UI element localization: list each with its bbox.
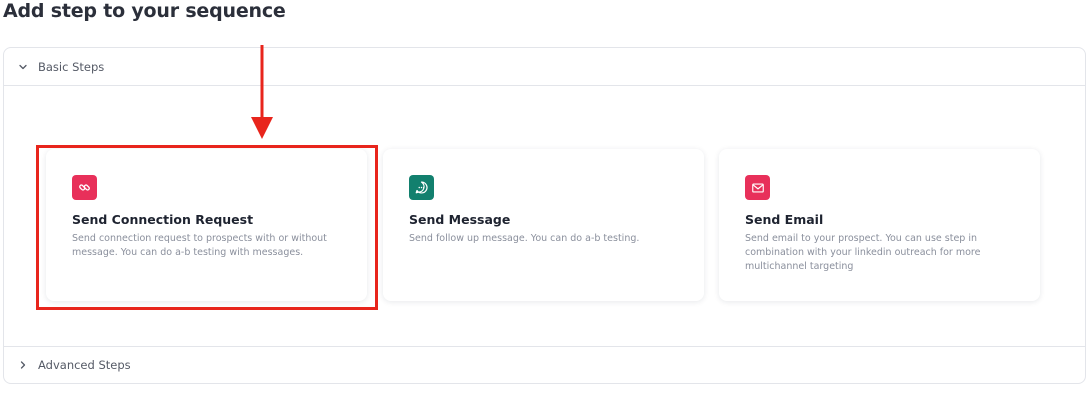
send-message-card[interactable]: Send Message Send follow up message. You… bbox=[383, 149, 704, 301]
send-connection-request-card[interactable]: Send Connection Request Send connection … bbox=[46, 149, 367, 301]
basic-steps-label: Basic Steps bbox=[38, 59, 105, 74]
link-icon bbox=[72, 175, 97, 200]
envelope-icon bbox=[745, 175, 770, 200]
advanced-steps-label: Advanced Steps bbox=[38, 357, 131, 372]
chevron-right-icon bbox=[16, 358, 30, 372]
card-description: Send connection request to prospects wit… bbox=[72, 233, 327, 258]
card-title: Send Message bbox=[409, 212, 511, 227]
card-title: Send Connection Request bbox=[72, 212, 254, 227]
chevron-down-icon bbox=[16, 60, 30, 74]
card-description: Send email to your prospect. You can use… bbox=[745, 233, 981, 272]
advanced-steps-header[interactable]: Advanced Steps bbox=[4, 346, 1085, 382]
card-description: Send follow up message. You can do a-b t… bbox=[409, 233, 640, 244]
basic-steps-header[interactable]: Basic Steps bbox=[4, 48, 1085, 86]
card-title: Send Email bbox=[745, 212, 824, 227]
chat-bubble-icon bbox=[409, 175, 434, 200]
send-email-card[interactable]: Send Email Send email to your prospect. … bbox=[719, 149, 1040, 301]
page-title: Add step to your sequence bbox=[3, 0, 286, 22]
